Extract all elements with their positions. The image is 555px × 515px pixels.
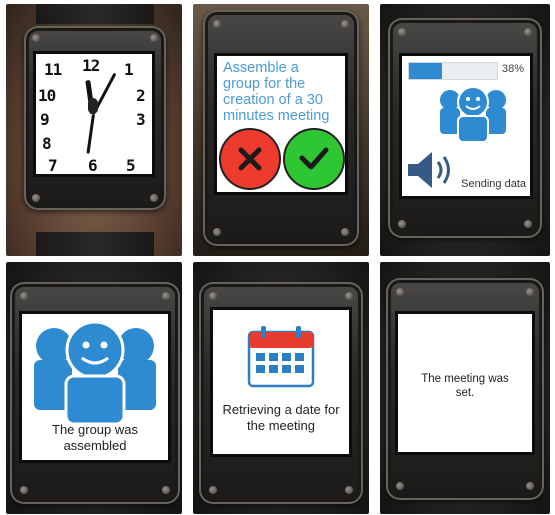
screw-icon	[213, 20, 221, 28]
screw-icon	[209, 292, 217, 300]
group-icon	[34, 320, 156, 426]
clock-number-8: 8	[42, 134, 52, 153]
watch-bezel: 38% Sending data	[388, 18, 542, 238]
screw-icon	[20, 292, 28, 300]
clock-number-7: 7	[48, 156, 58, 174]
panel-retrieving: Retrieving a date for the meeting	[193, 262, 369, 514]
screw-icon	[398, 28, 406, 36]
screw-icon	[396, 482, 404, 490]
status-text: Sending data	[461, 178, 526, 190]
clock-number-6: 6	[88, 156, 98, 174]
x-icon	[238, 147, 262, 171]
screw-icon	[20, 486, 28, 494]
screw-icon	[524, 220, 532, 228]
screw-icon	[162, 486, 170, 494]
screw-icon	[524, 28, 532, 36]
clock-number-10: 10	[38, 86, 56, 105]
watch-screen: Retrieving a date for the meeting	[213, 310, 349, 454]
screw-icon	[526, 288, 534, 296]
clock-number-2: 2	[136, 86, 146, 105]
watch-screen: 38% Sending data	[402, 56, 530, 196]
screw-icon	[396, 288, 404, 296]
progress-percent: 38%	[501, 63, 524, 75]
watch-bezel: The meeting was set.	[386, 278, 544, 500]
assembled-caption: The group was assembled	[52, 422, 138, 453]
watch-bezel: The group was assembled	[10, 282, 180, 504]
screw-icon	[32, 34, 40, 42]
retrieving-caption: Retrieving a date for the meeting	[222, 402, 340, 433]
prompt-text: Assemble a group for the creation of a 3…	[223, 60, 330, 124]
clock-number-12: 12	[82, 56, 100, 75]
screw-icon	[213, 228, 221, 236]
watch-screen: 11 12 1 10 2 9 3 8 7 6 5	[36, 54, 152, 174]
panel-watchface: 11 12 1 10 2 9 3 8 7 6 5	[6, 4, 182, 256]
progress-fill	[409, 63, 443, 79]
screw-icon	[341, 228, 349, 236]
screw-icon	[209, 486, 217, 494]
watch-bezel: Assemble a group for the creation of a 3…	[203, 10, 359, 246]
screw-icon	[150, 194, 158, 202]
screw-icon	[150, 34, 158, 42]
screw-icon	[345, 292, 353, 300]
panel-prompt: Assemble a group for the creation of a 3…	[193, 4, 369, 256]
progress-bar	[408, 62, 498, 80]
panel-done: The meeting was set.	[380, 262, 550, 514]
clock-number-3: 3	[136, 110, 146, 129]
clock-number-11: 11	[44, 60, 62, 79]
watch-bezel: 11 12 1 10 2 9 3 8 7 6 5	[24, 26, 166, 210]
clock-number-1: 1	[124, 60, 134, 79]
lower-hand	[86, 113, 95, 154]
screw-icon	[526, 482, 534, 490]
calendar-icon	[247, 326, 315, 388]
screw-icon	[345, 486, 353, 494]
watch-screen: Assemble a group for the creation of a 3…	[217, 56, 345, 192]
watch-strap-bottom	[36, 232, 154, 256]
panel-assembled: The group was assembled	[6, 262, 182, 514]
decline-button[interactable]	[219, 128, 281, 190]
speaker-icon	[408, 152, 450, 188]
screw-icon	[32, 194, 40, 202]
accept-button[interactable]	[283, 128, 345, 190]
checkmark-icon	[299, 147, 329, 170]
watch-screen: The meeting was set.	[398, 314, 532, 452]
clock-number-5: 5	[126, 156, 136, 174]
done-caption: The meeting was set.	[421, 373, 509, 399]
panel-sending: 38% Sending data	[380, 4, 550, 256]
screw-icon	[398, 220, 406, 228]
group-icon	[440, 86, 506, 143]
watch-strap-top	[36, 4, 154, 24]
microphone-icon	[88, 98, 98, 114]
clock-number-9: 9	[40, 110, 50, 129]
watch-bezel: Retrieving a date for the meeting	[199, 282, 363, 504]
screw-icon	[341, 20, 349, 28]
watch-screen: The group was assembled	[22, 314, 168, 460]
screw-icon	[162, 292, 170, 300]
